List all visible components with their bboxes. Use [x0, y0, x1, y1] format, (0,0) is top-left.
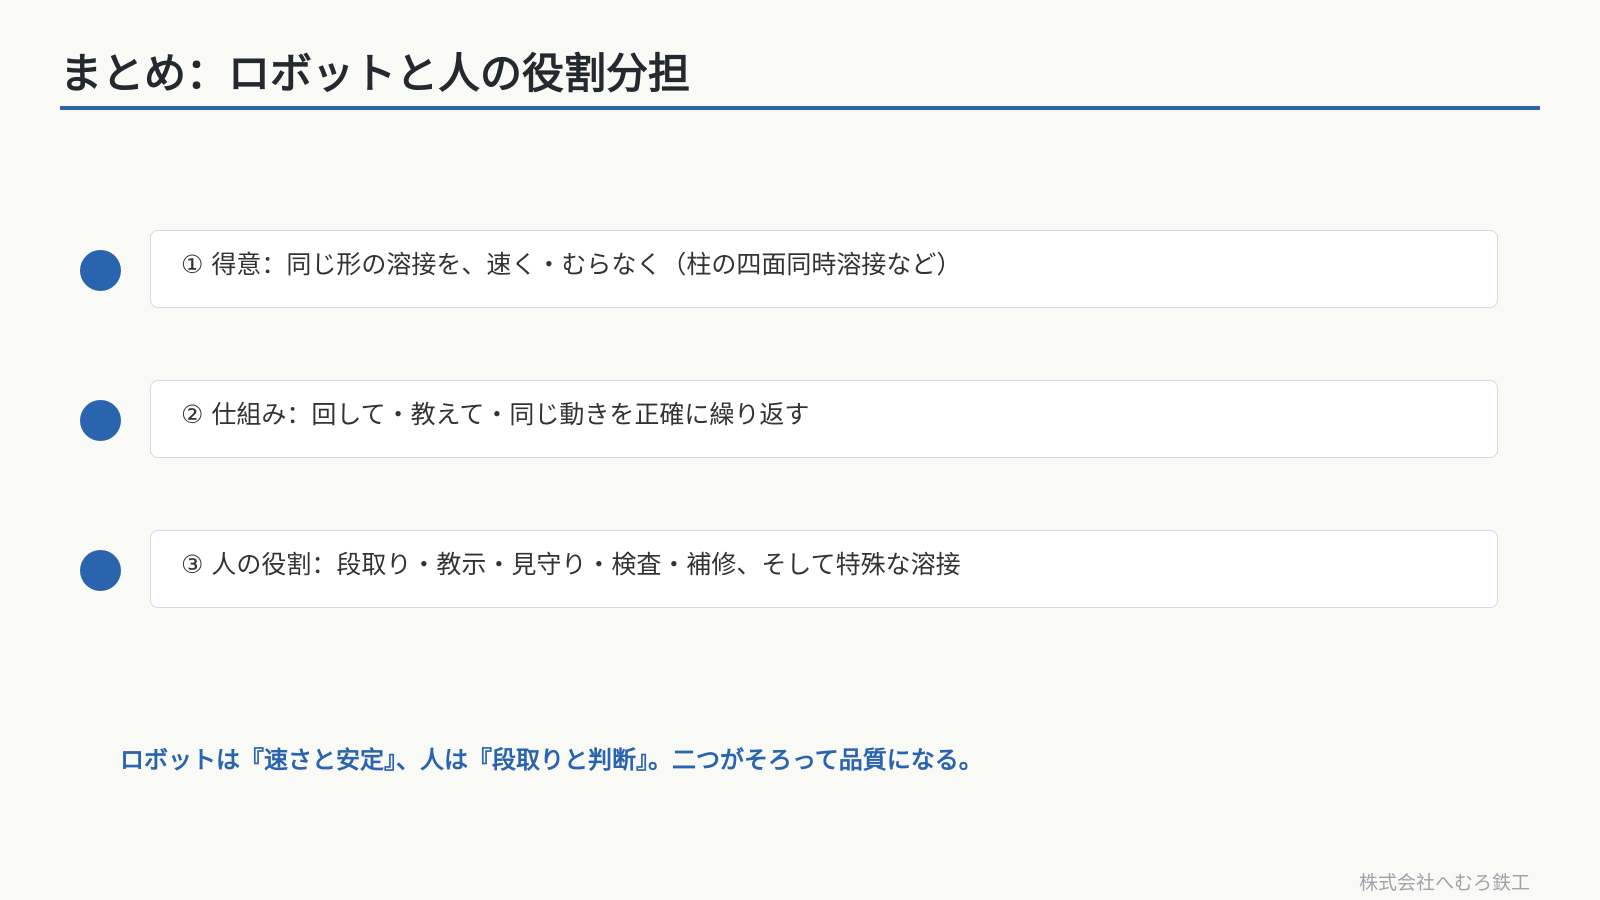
conclusion-text: ロボットは『速さと安定』、人は『段取りと判断』。二つがそろって品質になる。 — [120, 746, 983, 774]
item-card: ① 得意：同じ形の溶接を、速く・むらなく（柱の四面同時溶接など） — [150, 230, 1498, 308]
item-card: ③ 人の役割：段取り・教示・見守り・検査・補修、そして特殊な溶接 — [150, 530, 1498, 608]
slide-title: まとめ：ロボットと人の役割分担 — [60, 49, 691, 98]
item-card: ② 仕組み：回して・教えて・同じ動きを正確に繰り返す — [150, 380, 1498, 458]
list-item: ① 得意：同じ形の溶接を、速く・むらなく（柱の四面同時溶接など） — [0, 230, 1600, 310]
item-text: ② 仕組み：回して・教えて・同じ動きを正確に繰り返す — [181, 400, 810, 429]
bullet-dot-icon — [80, 550, 121, 591]
bullet-dot-icon — [80, 250, 121, 291]
list-item: ② 仕組み：回して・教えて・同じ動きを正確に繰り返す — [0, 380, 1600, 460]
item-text: ① 得意：同じ形の溶接を、速く・むらなく（柱の四面同時溶接など） — [181, 250, 962, 279]
item-text: ③ 人の役割：段取り・教示・見守り・検査・補修、そして特殊な溶接 — [181, 550, 961, 579]
list-item: ③ 人の役割：段取り・教示・見守り・検査・補修、そして特殊な溶接 — [0, 530, 1600, 610]
bullet-dot-icon — [80, 400, 121, 441]
company-footer: 株式会社へむろ鉄工 — [1358, 872, 1530, 894]
title-underline — [60, 106, 1540, 110]
